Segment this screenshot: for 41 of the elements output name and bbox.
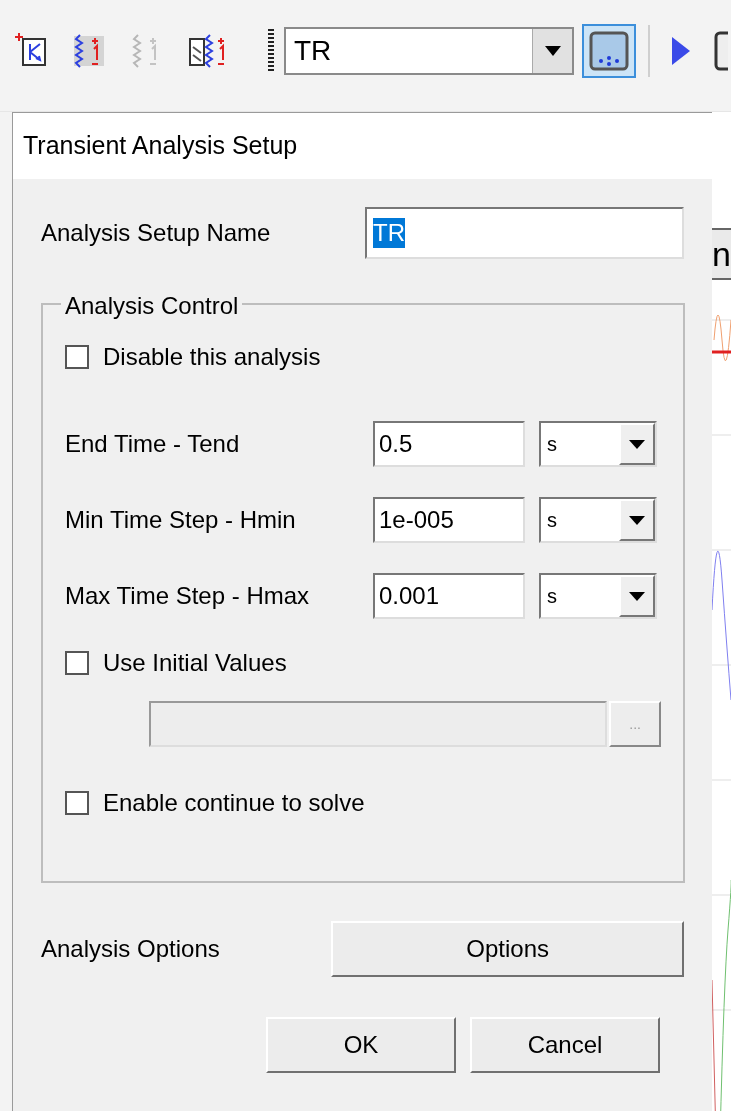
checkbox[interactable]	[65, 791, 89, 815]
parameter-label: Min Time Step - Hmin	[65, 505, 297, 535]
dropdown-value: s	[546, 584, 558, 609]
value-field[interactable]: 1e-005	[373, 497, 525, 543]
checkbox-label: Use Initial Values	[103, 648, 287, 678]
dropdown-value: s	[546, 432, 558, 457]
field-value: 1e-005	[379, 505, 454, 535]
run-icon[interactable]	[672, 36, 690, 65]
unit-dropdown[interactable]: s	[539, 421, 657, 467]
scope-icon	[589, 30, 629, 71]
field-label: Analysis Setup Name	[41, 218, 272, 248]
field-value: 0.5	[379, 429, 413, 459]
dropdown-value: TR	[293, 33, 333, 68]
checkbox-label: Enable continue to solve	[103, 788, 365, 818]
options-button[interactable]: Options	[331, 921, 684, 977]
caret-icon	[629, 591, 645, 601]
parameter-label: Max Time Step - Hmax	[65, 581, 311, 611]
name-field[interactable]: TR	[364, 207, 684, 259]
field-value: TR	[372, 218, 405, 248]
caret-icon	[629, 439, 645, 449]
field-value: 0.001	[379, 581, 440, 611]
checkbox[interactable]	[65, 651, 89, 675]
setup-button[interactable]	[582, 23, 636, 78]
grip-handle-icon[interactable]	[268, 27, 274, 74]
device-icon[interactable]	[714, 30, 728, 71]
options-label: Analysis Options	[41, 934, 221, 964]
caret-icon	[544, 45, 561, 56]
checkbox-label: Disable this analysis	[103, 342, 321, 372]
dialog-button[interactable]: OK	[266, 1017, 456, 1073]
checkbox[interactable]	[65, 345, 89, 369]
setup-dropdown[interactable]: TR	[284, 26, 574, 75]
unit-dropdown[interactable]: s	[539, 497, 657, 543]
caret-icon	[629, 515, 645, 525]
panel-title-fragment: n	[712, 237, 731, 271]
dialog-button[interactable]: Cancel	[470, 1017, 660, 1073]
window-title: Transient Analysis Setup	[23, 130, 298, 162]
value-field[interactable]: 0.001	[373, 573, 525, 619]
dropdown-value: s	[546, 508, 558, 533]
value-field[interactable]: 0.5	[373, 421, 525, 467]
parameter-label: End Time - Tend	[65, 429, 241, 459]
unit-dropdown[interactable]: s	[539, 573, 657, 619]
